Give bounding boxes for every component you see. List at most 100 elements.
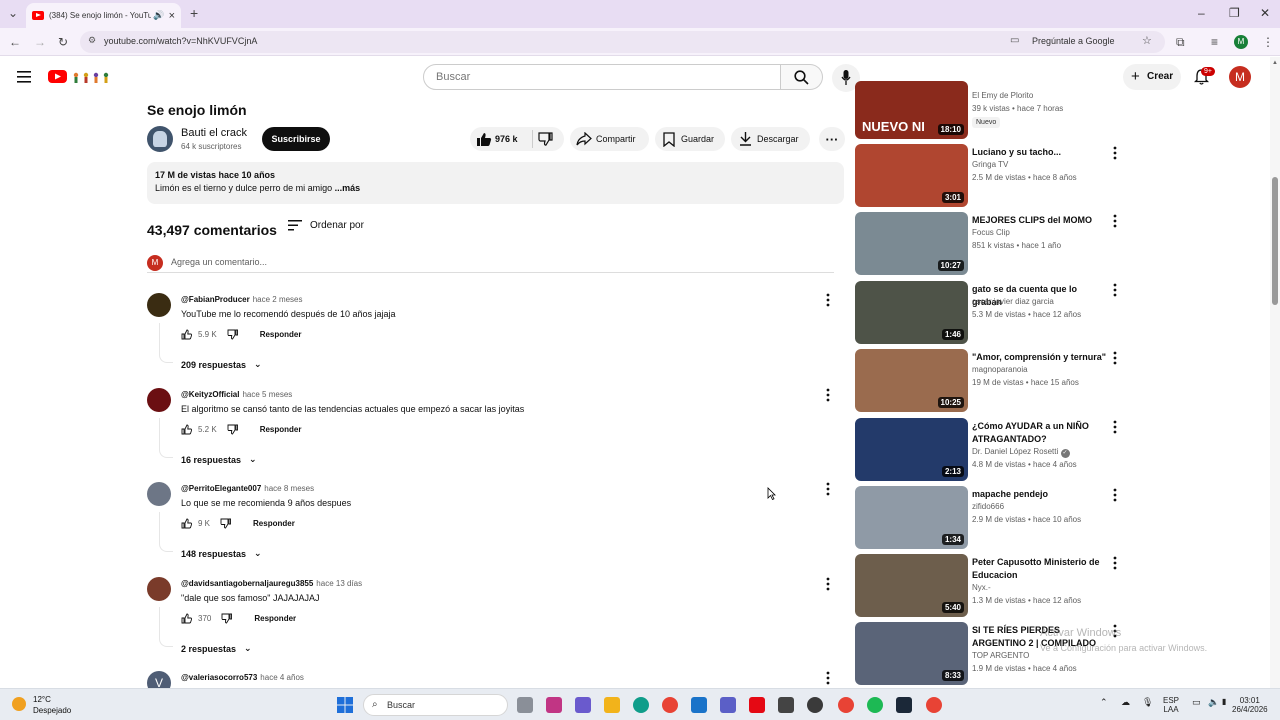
- like-comment-icon[interactable]: [181, 329, 192, 340]
- comment-author[interactable]: @PerritoElegante007: [181, 484, 261, 493]
- view-replies-button[interactable]: 148 respuestas ⌄: [181, 548, 262, 559]
- language-indicator[interactable]: ESP LAA: [1163, 696, 1179, 714]
- maximize-icon[interactable]: ❐: [1229, 6, 1240, 20]
- tab-list-icon[interactable]: ⌄: [8, 6, 18, 20]
- youtube-logo-icon[interactable]: [48, 69, 114, 85]
- reply-button[interactable]: Responder: [260, 425, 302, 434]
- commenter-avatar[interactable]: [147, 482, 171, 506]
- comment-menu-icon[interactable]: [826, 388, 830, 402]
- close-window-icon[interactable]: ✕: [1260, 6, 1270, 20]
- save-button[interactable]: Guardar: [655, 127, 725, 151]
- video-channel[interactable]: magnoparanoia: [972, 365, 1028, 374]
- close-tab-icon[interactable]: ×: [169, 10, 175, 22]
- video-title[interactable]: "Amor, comprensión y ternura": [972, 351, 1108, 364]
- file-explorer-icon[interactable]: [604, 697, 620, 713]
- netflix-icon[interactable]: [749, 697, 765, 713]
- extensions-icon[interactable]: ⧉: [1176, 35, 1185, 50]
- store-icon[interactable]: [778, 697, 794, 713]
- instagram-icon[interactable]: [546, 697, 562, 713]
- commenter-avatar[interactable]: V: [147, 671, 171, 688]
- like-button[interactable]: [476, 131, 492, 147]
- mic-tray-icon[interactable]: 🎙: [1142, 698, 1153, 707]
- video-channel[interactable]: El Emy de Plorito: [972, 91, 1033, 100]
- spotify-icon[interactable]: [867, 697, 883, 713]
- video-channel[interactable]: Nyx.-: [972, 583, 991, 592]
- comment-menu-icon[interactable]: [826, 293, 830, 307]
- reply-button[interactable]: Responder: [260, 330, 302, 339]
- recommended-video[interactable]: 10:27 MEJORES CLIPS del MOMO Focus Clip …: [855, 212, 1135, 276]
- new-tab-icon[interactable]: +: [190, 5, 198, 21]
- forward-icon[interactable]: →: [34, 35, 46, 49]
- account-avatar[interactable]: M: [1229, 66, 1251, 88]
- video-menu-icon[interactable]: [1113, 556, 1117, 570]
- comment-menu-icon[interactable]: [826, 482, 830, 496]
- dislike-comment-icon[interactable]: [220, 518, 231, 529]
- battery-icon[interactable]: ▮: [1222, 697, 1226, 706]
- teams-icon[interactable]: [720, 697, 736, 713]
- reply-button[interactable]: Responder: [253, 519, 295, 528]
- comment-author[interactable]: @davidsantiagobernaljauregu3855: [181, 579, 313, 588]
- comment-menu-icon[interactable]: [826, 671, 830, 685]
- speaker-icon[interactable]: 🔊: [153, 10, 164, 21]
- video-menu-icon[interactable]: [1113, 146, 1117, 160]
- search-button[interactable]: [781, 64, 823, 90]
- page-scrollbar[interactable]: ▲: [1270, 57, 1280, 688]
- steam-icon[interactable]: [896, 697, 912, 713]
- task-view-icon[interactable]: [517, 697, 533, 713]
- video-thumbnail[interactable]: 3:01: [855, 144, 968, 207]
- video-channel[interactable]: oscar javier diaz garcia: [972, 297, 1054, 306]
- cast-icon[interactable]: ▭: [1010, 35, 1019, 46]
- video-channel[interactable]: TOP ARGENTO: [972, 651, 1029, 660]
- windows-start-icon[interactable]: [337, 697, 353, 713]
- video-menu-icon[interactable]: [1113, 214, 1117, 228]
- commenter-avatar[interactable]: [147, 388, 171, 412]
- video-thumbnail[interactable]: 10:25: [855, 349, 968, 412]
- video-menu-icon[interactable]: [1113, 283, 1117, 297]
- dislike-comment-icon[interactable]: [227, 424, 238, 435]
- weather-widget[interactable]: 12°C Despejado: [33, 694, 71, 716]
- chrome-active-icon[interactable]: [926, 697, 942, 713]
- hamburger-menu-icon[interactable]: [17, 71, 31, 83]
- video-thumbnail[interactable]: 1:34: [855, 486, 968, 549]
- video-thumbnail[interactable]: 1:46: [855, 281, 968, 344]
- edge-icon[interactable]: [633, 697, 649, 713]
- channel-name[interactable]: Bauti el crack: [181, 127, 247, 139]
- subscribe-button[interactable]: Suscribirse: [262, 127, 330, 151]
- comment-author[interactable]: @FabianProducer: [181, 295, 250, 304]
- video-thumbnail[interactable]: 10:27: [855, 212, 968, 275]
- comment-author[interactable]: @valeriasocorro573: [181, 673, 257, 682]
- video-menu-icon[interactable]: [1113, 420, 1117, 434]
- omnibox[interactable]: ⚙ youtube.com/watch?v=NhKVUFVCjnA ▭ Preg…: [80, 31, 1165, 53]
- comment-menu-icon[interactable]: [826, 577, 830, 591]
- copilot-icon[interactable]: [575, 697, 591, 713]
- video-title[interactable]: mapache pendejo: [972, 488, 1108, 501]
- browser-tab[interactable]: (384) Se enojo limón - YouTube 🔊 ×: [26, 3, 181, 28]
- recommended-video[interactable]: 1:34 mapache pendejo zifido666 2.9 M de …: [855, 486, 1135, 550]
- like-comment-icon[interactable]: [181, 518, 192, 529]
- video-menu-icon[interactable]: [1113, 488, 1117, 502]
- view-replies-button[interactable]: 16 respuestas ⌄: [181, 454, 257, 465]
- comment-author[interactable]: @KeityzOfficial: [181, 390, 239, 399]
- commenter-avatar[interactable]: [147, 293, 171, 317]
- reply-button[interactable]: Responder: [254, 614, 296, 623]
- weather-icon[interactable]: [12, 697, 26, 711]
- recommended-video[interactable]: 1:46 gato se da cuenta que lo graban osc…: [855, 281, 1135, 345]
- video-channel[interactable]: Gringa TV: [972, 160, 1008, 169]
- download-button[interactable]: Descargar: [731, 127, 810, 151]
- scrollbar-thumb[interactable]: [1272, 177, 1278, 305]
- github-icon[interactable]: [807, 697, 823, 713]
- clock[interactable]: 03:01 26/4/2026: [1232, 696, 1268, 714]
- video-title[interactable]: MEJORES CLIPS del MOMO: [972, 214, 1108, 227]
- chrome-menu-icon[interactable]: ⋮: [1262, 35, 1274, 49]
- create-button[interactable]: + Crear: [1123, 64, 1181, 90]
- video-title[interactable]: Peter Capusotto Ministerio de Educacion: [972, 556, 1108, 582]
- recommended-video[interactable]: 5:40 Peter Capusotto Ministerio de Educa…: [855, 554, 1135, 618]
- more-actions-icon[interactable]: ···: [819, 127, 845, 151]
- description-box[interactable]: 17 M de vistas hace 10 años Limón es el …: [147, 162, 844, 204]
- video-title[interactable]: Luciano y su tacho...: [972, 146, 1108, 159]
- video-menu-icon[interactable]: [1113, 351, 1117, 365]
- like-comment-icon[interactable]: [181, 613, 192, 624]
- video-channel[interactable]: Dr. Daniel López Rosetti: [972, 447, 1058, 456]
- video-title[interactable]: ¿Cómo AYUDAR a un NIÑO ATRAGANTADO?: [972, 420, 1108, 446]
- outlook-icon[interactable]: [691, 697, 707, 713]
